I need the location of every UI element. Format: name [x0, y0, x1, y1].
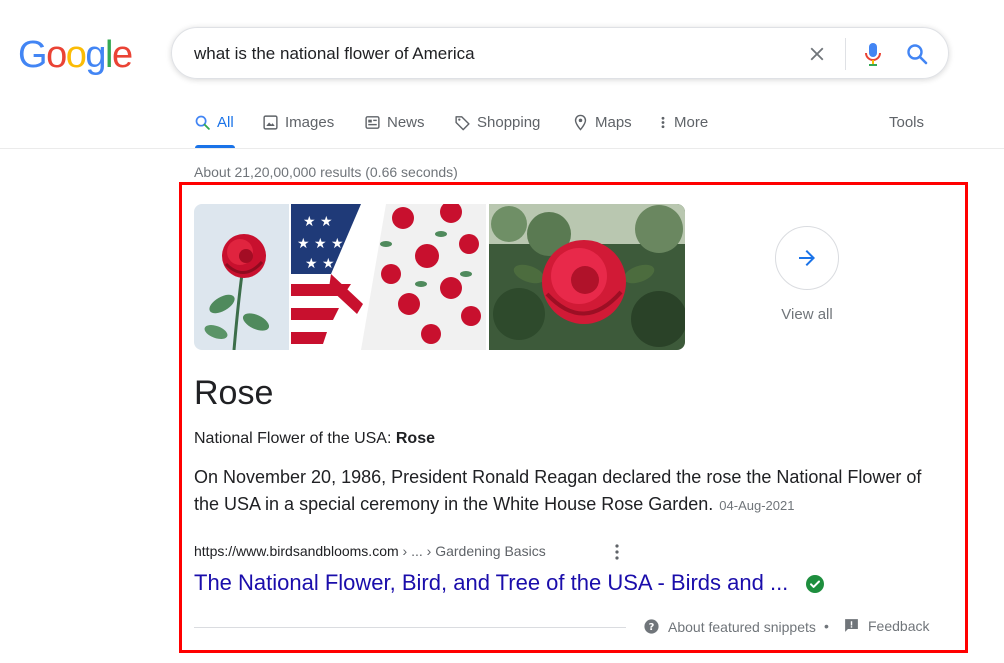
- clear-icon[interactable]: [806, 43, 828, 65]
- tools-button[interactable]: Tools: [889, 112, 924, 150]
- answer-title: Rose: [194, 374, 274, 412]
- tabs-divider: [0, 148, 1004, 149]
- result-stats: About 21,20,00,000 results (0.66 seconds…: [194, 164, 458, 180]
- svg-text:★ ★ ★: ★ ★ ★: [297, 236, 344, 252]
- feedback-icon: [845, 619, 858, 632]
- rose-flag-image[interactable]: ★ ★ ★ ★ ★ ★ ★: [291, 204, 486, 350]
- answer-description-text: On November 20, 1986, President Ronald R…: [194, 467, 922, 514]
- logo-letter: l: [104, 34, 113, 76]
- answer-subtitle: National Flower of the USA: Rose: [194, 430, 435, 448]
- answer-subtitle-prefix: National Flower of the USA:: [194, 430, 396, 447]
- search-icon[interactable]: [905, 42, 929, 66]
- tab-label: Images: [285, 114, 335, 131]
- svg-text:?: ?: [649, 622, 655, 633]
- about-snippets-label: About featured snippets: [668, 618, 816, 635]
- search-box[interactable]: [171, 27, 949, 79]
- feedback-label: Feedback: [868, 617, 930, 634]
- logo-letter: o: [65, 34, 87, 76]
- rose-garden-image[interactable]: [489, 204, 685, 350]
- help-icon: ?: [644, 619, 659, 634]
- tab-label: Shopping: [477, 114, 541, 131]
- tab-label: Maps: [595, 114, 632, 131]
- about-featured-snippets[interactable]: ? About featured snippets: [643, 618, 816, 635]
- view-all-button[interactable]: [775, 226, 839, 290]
- logo-letter: G: [18, 34, 48, 76]
- more-vert-icon: [661, 116, 665, 129]
- svg-text:★ ★: ★ ★: [303, 214, 333, 230]
- tag-icon: [455, 116, 470, 131]
- microphone-icon[interactable]: [861, 41, 885, 67]
- map-pin-icon: [574, 114, 587, 131]
- search-divider: [845, 38, 846, 70]
- tab-images[interactable]: Images: [262, 112, 334, 150]
- result-title-link[interactable]: The National Flower, Bird, and Tree of t…: [194, 570, 788, 596]
- feedback-button[interactable]: Feedback: [843, 617, 929, 634]
- image-icon: [263, 115, 278, 130]
- logo-letter: g: [85, 34, 106, 76]
- logo-letter: o: [46, 34, 67, 76]
- tab-shopping[interactable]: Shopping: [454, 112, 540, 150]
- view-all-label[interactable]: View all: [770, 306, 844, 323]
- logo-letter: e: [111, 34, 133, 76]
- tab-news[interactable]: News: [364, 112, 425, 150]
- search-icon: [195, 115, 210, 130]
- tab-label: News: [387, 114, 425, 131]
- google-logo[interactable]: Google: [18, 34, 133, 76]
- source-breadcrumb: › ... › Gardening Basics: [398, 543, 546, 559]
- tab-more[interactable]: More: [658, 112, 708, 150]
- tab-maps[interactable]: Maps: [572, 112, 632, 150]
- news-icon: [365, 116, 380, 129]
- tab-label: More: [674, 114, 709, 131]
- rose-image-1[interactable]: [194, 204, 289, 350]
- arrow-right-icon: [799, 250, 815, 266]
- answer-date: 04-Aug-2021: [719, 498, 795, 513]
- separator-dot: •: [824, 618, 829, 634]
- answer-subtitle-bold: Rose: [395, 430, 435, 447]
- svg-text:★ ★: ★ ★: [305, 256, 335, 272]
- snippet-bottom-divider: [194, 627, 626, 628]
- more-vert-icon[interactable]: [609, 543, 625, 561]
- source-domain: https://www.birdsandblooms.com: [194, 543, 399, 559]
- answer-description: On November 20, 1986, President Ronald R…: [194, 464, 939, 519]
- tab-label: All: [217, 114, 234, 131]
- source-url[interactable]: https://www.birdsandblooms.com › ... › G…: [194, 543, 546, 559]
- search-tabs: All Images News Shopping Maps More Tools: [0, 112, 1004, 150]
- tools-label: Tools: [889, 114, 925, 131]
- verified-check-icon: [806, 575, 824, 593]
- search-input[interactable]: [194, 42, 774, 66]
